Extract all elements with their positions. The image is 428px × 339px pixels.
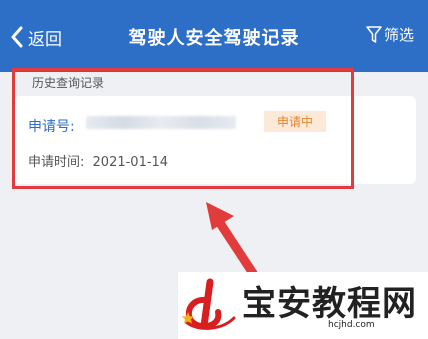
watermark-logo: 宝安教程网 hcjhd.com [178,272,428,339]
logo-d-icon [181,278,236,330]
watermark-url: hcjhd.com [328,320,375,330]
filter-icon [366,25,382,43]
watermark-text: 宝安教程网 [242,284,417,324]
page-title: 驾驶人安全驾驶记录 [128,28,300,49]
top-nav-bar: 返回 驾驶人安全驾驶记录 筛选 [0,0,428,72]
filter-label: 筛选 [383,26,414,44]
filter-button[interactable]: 筛选 [366,24,414,45]
highlight-box [12,68,354,189]
